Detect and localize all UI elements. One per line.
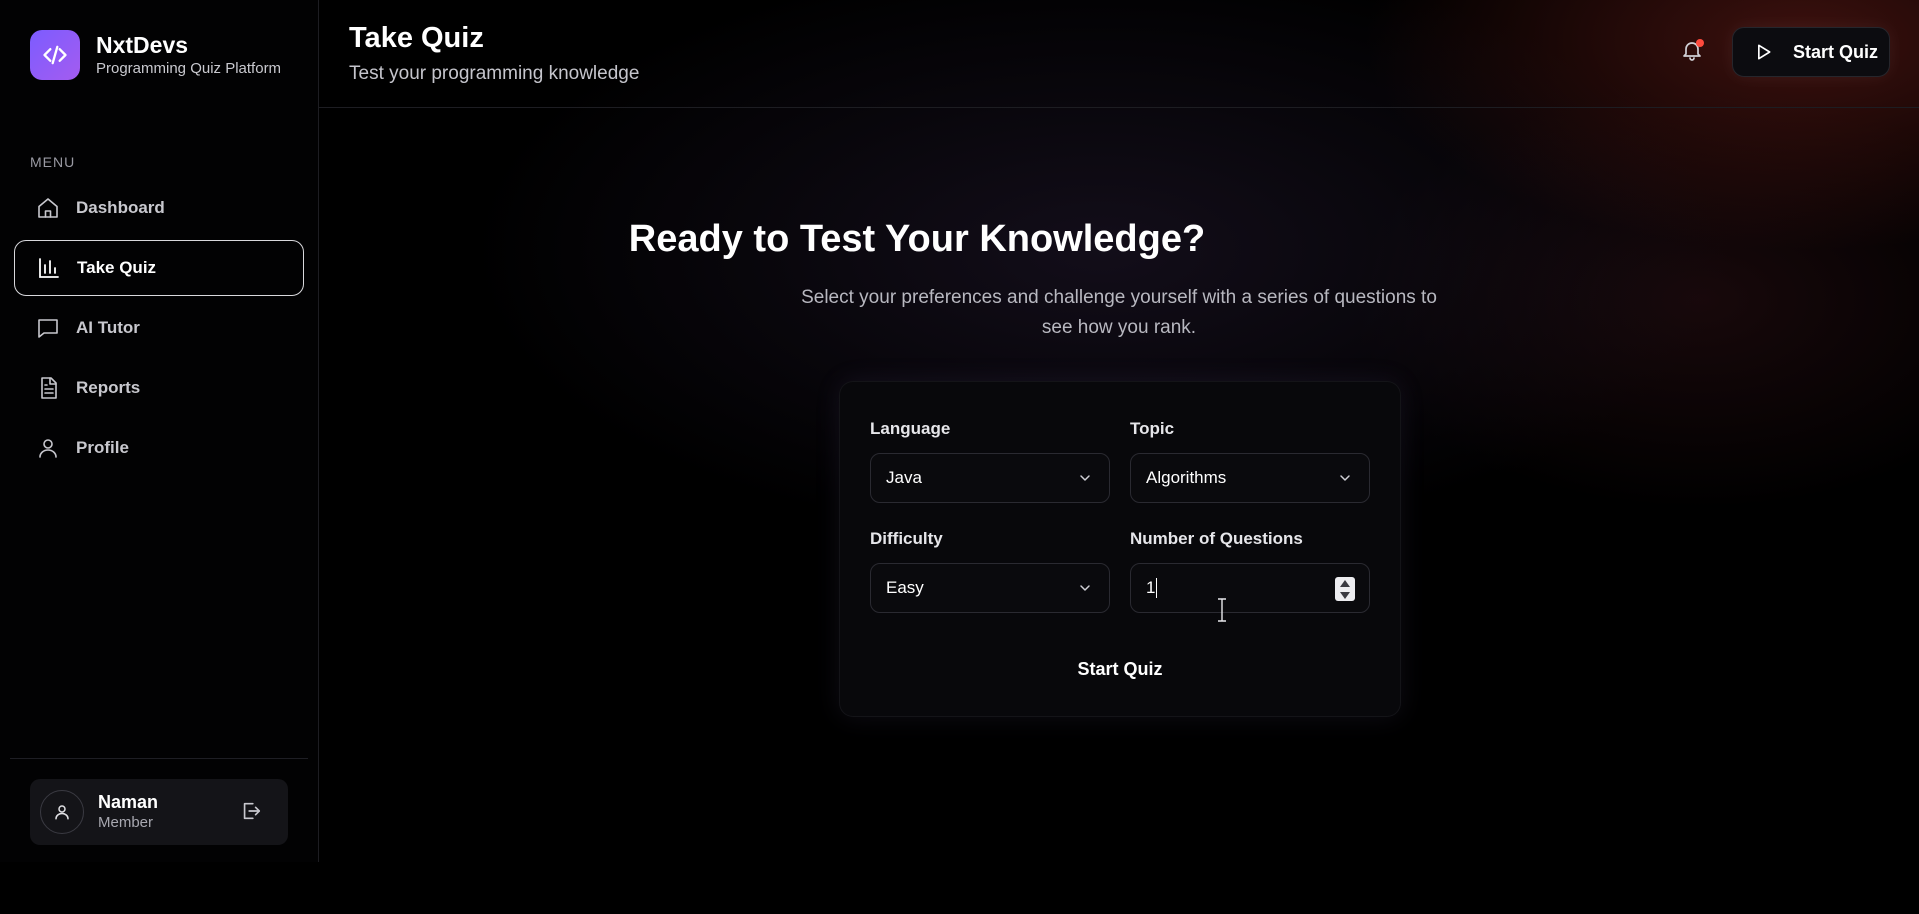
- language-select[interactable]: Java: [870, 453, 1110, 503]
- sidebar-item-label: AI Tutor: [76, 318, 140, 337]
- play-icon: [1758, 44, 1771, 60]
- questions-number-input[interactable]: 1: [1130, 563, 1370, 613]
- bar-chart-icon: [37, 256, 61, 280]
- language-label: Language: [870, 419, 951, 438]
- quantity-stepper[interactable]: [1335, 577, 1355, 601]
- sidebar-divider: [10, 758, 308, 759]
- notification-dot: [1696, 39, 1704, 47]
- difficulty-select-value: Easy: [886, 578, 924, 597]
- home-icon: [36, 196, 60, 220]
- brand[interactable]: NxtDevs Programming Quiz Platform: [30, 30, 281, 80]
- top-header: Take Quiz Test your programming knowledg…: [319, 0, 1919, 108]
- brand-subtitle: Programming Quiz Platform: [96, 60, 282, 77]
- stepper-up-icon[interactable]: [1340, 579, 1350, 587]
- questions-input-value: 1: [1146, 578, 1156, 597]
- hero-heading: Ready to Test Your Knowledge?: [628, 218, 1206, 260]
- logout-icon[interactable]: [240, 800, 264, 824]
- topic-label: Topic: [1130, 419, 1175, 438]
- menu-label: MENU: [30, 154, 76, 170]
- stepper-down-icon[interactable]: [1340, 591, 1350, 599]
- difficulty-select[interactable]: Easy: [870, 563, 1110, 613]
- sidebar-item-label: Take Quiz: [77, 258, 157, 277]
- user-card[interactable]: Naman Member: [30, 779, 288, 845]
- page-title: Take Quiz: [349, 22, 484, 54]
- code-logo-icon: [30, 30, 80, 80]
- text-cursor-icon: [1216, 598, 1228, 622]
- user-avatar-icon: [55, 805, 69, 820]
- topic-select[interactable]: Algorithms: [1130, 453, 1370, 503]
- sidebar-item-label: Dashboard: [76, 198, 165, 217]
- header-start-quiz-label: Start Quiz: [1793, 41, 1879, 62]
- document-icon: [36, 376, 60, 400]
- topic-select-value: Algorithms: [1146, 468, 1227, 487]
- notification-bell-icon[interactable]: [1680, 38, 1706, 64]
- quiz-settings-card: Language Java Topic Algorithms Difficult…: [839, 381, 1401, 717]
- hero-description: Select your preferences and challenge yo…: [801, 287, 1437, 338]
- chevron-down-icon: [1077, 470, 1093, 486]
- difficulty-label: Difficulty: [870, 529, 943, 548]
- language-select-value: Java: [886, 468, 922, 487]
- sidebar-item-reports[interactable]: Reports: [14, 360, 304, 416]
- user-icon: [36, 436, 60, 460]
- header-start-quiz-button[interactable]: Start Quiz: [1732, 27, 1890, 77]
- sidebar-item-label: Profile: [76, 438, 129, 457]
- avatar[interactable]: [40, 790, 84, 834]
- sidebar-item-ai-tutor[interactable]: AI Tutor: [14, 300, 304, 356]
- user-role: Member: [98, 814, 154, 831]
- chevron-down-icon: [1337, 470, 1353, 486]
- page-subtitle: Test your programming knowledge: [349, 63, 640, 84]
- chat-icon: [36, 316, 60, 340]
- text-caret: [1156, 578, 1158, 598]
- start-quiz-button[interactable]: Start Quiz: [1050, 649, 1190, 689]
- brand-name: NxtDevs: [96, 32, 189, 58]
- user-name: Naman: [98, 792, 159, 812]
- sidebar: NxtDevs Programming Quiz Platform MENU D…: [0, 0, 319, 862]
- chevron-down-icon: [1077, 580, 1093, 596]
- questions-label: Number of Questions: [1130, 529, 1303, 548]
- sidebar-item-profile[interactable]: Profile: [14, 420, 304, 476]
- sidebar-item-label: Reports: [76, 378, 141, 397]
